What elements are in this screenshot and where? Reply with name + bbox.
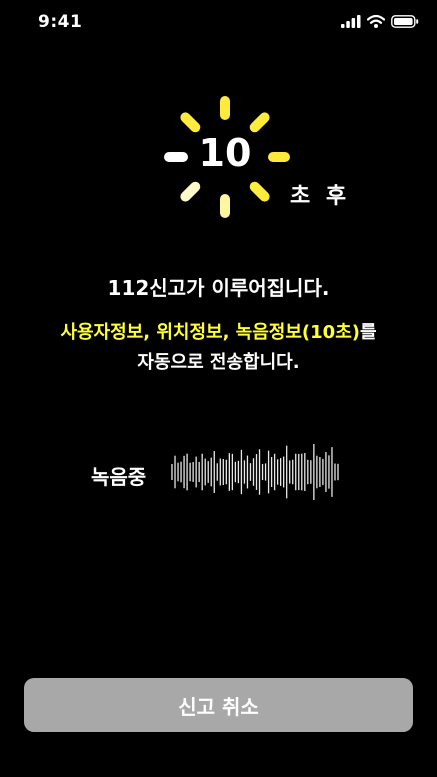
info-highlight: 사용자정보, 위치정보, 녹음정보(10초) xyxy=(60,322,360,343)
spinner-segment xyxy=(180,112,201,133)
recording-label: 녹음중 xyxy=(91,465,147,489)
audio-waveform-icon xyxy=(171,443,339,501)
info-suffix: 를 xyxy=(360,322,377,343)
info-line-2: 자동으로 전송합니다. xyxy=(137,352,300,373)
countdown-after-label: 초 후 xyxy=(290,184,351,209)
cellular-signal-icon xyxy=(341,15,361,28)
status-icons xyxy=(341,15,419,28)
spinner-segment xyxy=(180,181,201,202)
status-bar: 9:41 xyxy=(0,0,437,46)
spinner-segment xyxy=(249,112,270,133)
status-time: 9:41 xyxy=(38,12,83,32)
wifi-icon xyxy=(367,15,385,28)
spinner-segment xyxy=(249,181,270,202)
report-headline: 112신고가 이루어집니다. xyxy=(107,276,330,300)
cancel-report-button[interactable]: 신고 취소 xyxy=(24,678,413,732)
info-line-1: 사용자정보, 위치정보, 녹음정보(10초)를 xyxy=(0,318,437,344)
battery-icon xyxy=(391,15,419,28)
countdown-number: 10 xyxy=(198,131,252,175)
